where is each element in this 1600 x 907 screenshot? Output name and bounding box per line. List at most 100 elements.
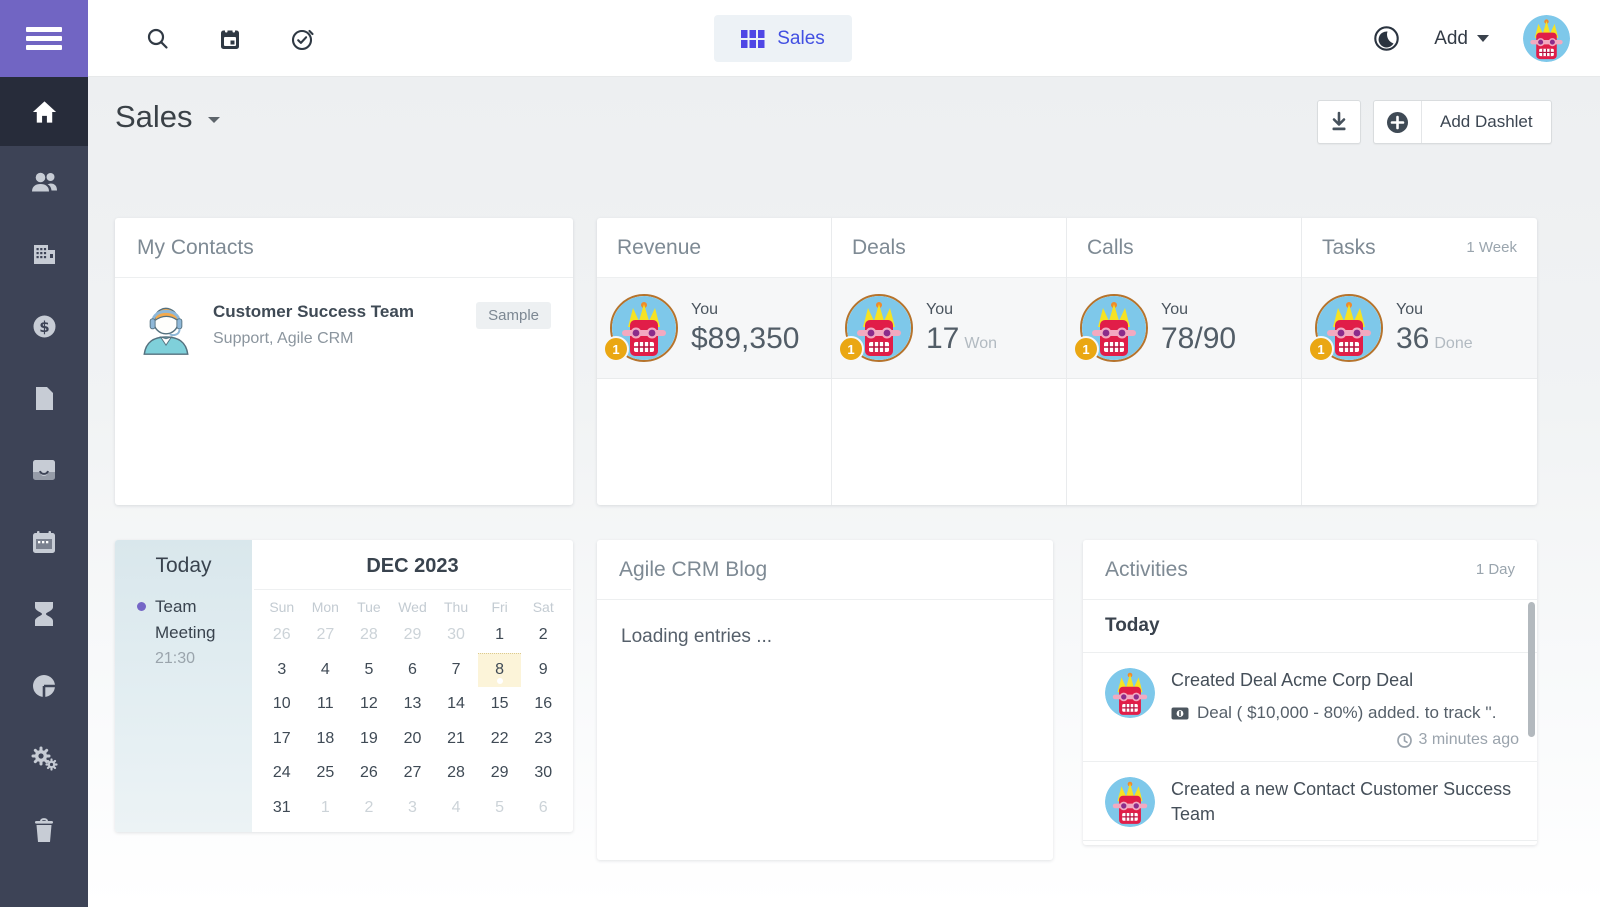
dollar-circle-icon: $ [31, 313, 58, 340]
calendar-day[interactable]: 16 [521, 687, 565, 722]
calendar-day[interactable]: 17 [260, 722, 304, 757]
calendar-day[interactable]: 31 [260, 791, 304, 826]
calendar-day[interactable]: 30 [434, 618, 478, 653]
calendar-month-icon [31, 530, 57, 555]
calendar-day-today[interactable]: 8 [478, 653, 522, 688]
calendar-day[interactable]: 9 [521, 653, 565, 688]
event-bullet [137, 602, 146, 611]
dashlet-title: Activities [1105, 558, 1188, 582]
sidebar-item-documents[interactable] [0, 362, 88, 434]
activity-item[interactable]: Created a new Contact Customer Success T… [1083, 762, 1537, 840]
contact-subtitle: Support, Agile CRM [213, 330, 414, 348]
calendar-day[interactable]: 1 [478, 618, 522, 653]
calendar-day[interactable]: 23 [521, 722, 565, 757]
dashlet-activities: Activities 1 Day Today Created Deal Acme… [1083, 540, 1537, 845]
inbox-tray-icon [31, 458, 57, 482]
dashboard-title-dropdown[interactable]: Sales [115, 99, 220, 135]
topbar-dashboard-tab-sales[interactable]: Sales [714, 15, 852, 62]
dashlet-agile-crm-blog: Agile CRM Blog Loading entries ... [597, 540, 1053, 860]
leaderboard-stat-row: 1 You78/90 [1067, 278, 1301, 379]
calendar-day[interactable]: 30 [521, 756, 565, 791]
calendar-day[interactable]: 28 [434, 756, 478, 791]
sidebar-item-home[interactable] [0, 77, 88, 146]
activity-item[interactable]: Created Deal Acme Corp Deal Deal ( $10,0… [1083, 653, 1537, 762]
weekday-label: Wed [391, 599, 435, 615]
calendar-day[interactable]: 11 [304, 687, 348, 722]
sidebar-item-reports[interactable] [0, 650, 88, 722]
calendar-day[interactable]: 4 [304, 653, 348, 688]
calendar-day[interactable]: 26 [347, 756, 391, 791]
calendar-day[interactable]: 13 [391, 687, 435, 722]
add-dropdown-button[interactable]: Add [1434, 28, 1489, 50]
calendar-day[interactable]: 21 [434, 722, 478, 757]
calendar-day[interactable]: 2 [521, 618, 565, 653]
calendar-day[interactable]: 4 [434, 791, 478, 826]
calendar-day[interactable]: 7 [434, 653, 478, 688]
calendar-day[interactable]: 18 [304, 722, 348, 757]
contacts-people-icon [30, 169, 58, 195]
calendar-day[interactable]: 22 [478, 722, 522, 757]
document-icon [32, 385, 56, 412]
activity-title: Created a new Contact Customer Success T… [1171, 777, 1519, 827]
search-icon[interactable] [144, 25, 172, 53]
calendar-day[interactable]: 28 [347, 618, 391, 653]
weekday-label: Thu [434, 599, 478, 615]
calendar-day[interactable]: 27 [391, 756, 435, 791]
add-dropdown-label: Add [1434, 28, 1468, 50]
plus-circle-icon [1374, 101, 1422, 143]
sample-badge: Sample [476, 302, 551, 329]
calendar-day[interactable]: 29 [391, 618, 435, 653]
calendar-day[interactable]: 15 [478, 687, 522, 722]
add-dashlet-label: Add Dashlet [1422, 112, 1551, 132]
calendar-icon[interactable] [216, 25, 244, 53]
calendar-day[interactable]: 2 [347, 791, 391, 826]
add-dashlet-button[interactable]: Add Dashlet [1373, 100, 1552, 144]
leaderboard-stat-row: 1 You36Done [1302, 278, 1537, 379]
calendar-day[interactable]: 24 [260, 756, 304, 791]
calendar-day[interactable]: 5 [478, 791, 522, 826]
calendar-day[interactable]: 12 [347, 687, 391, 722]
calendar-day[interactable]: 6 [521, 791, 565, 826]
calendar-day[interactable]: 25 [304, 756, 348, 791]
calendar-day[interactable]: 3 [391, 791, 435, 826]
stat-suffix: Done [1434, 335, 1472, 352]
sidebar-item-contacts[interactable] [0, 146, 88, 218]
weekday-label: Tue [347, 599, 391, 615]
scrollbar-thumb[interactable] [1528, 602, 1535, 737]
contact-list-item[interactable]: Customer Success Team Support, Agile CRM… [115, 278, 573, 376]
calendar-day[interactable]: 19 [347, 722, 391, 757]
event-title: Team Meeting [155, 594, 227, 647]
calendar-day[interactable]: 1 [304, 791, 348, 826]
topbar-tab-label: Sales [777, 28, 825, 50]
calendar-day[interactable]: 6 [391, 653, 435, 688]
sidebar-item-deals[interactable]: $ [0, 290, 88, 362]
sidebar-item-settings[interactable] [0, 722, 88, 794]
calendar-day[interactable]: 14 [434, 687, 478, 722]
sidebar-item-trash[interactable] [0, 794, 88, 866]
sidebar-item-timeline[interactable] [0, 578, 88, 650]
calendar-day[interactable]: 27 [304, 618, 348, 653]
calendar-day[interactable]: 29 [478, 756, 522, 791]
sidebar-item-companies[interactable] [0, 218, 88, 290]
gears-icon [30, 745, 58, 771]
calendar-day[interactable]: 5 [347, 653, 391, 688]
calendar-day[interactable]: 10 [260, 687, 304, 722]
tasks-alarm-check-icon[interactable] [288, 25, 316, 53]
sidebar-item-inbox[interactable] [0, 434, 88, 506]
calendar-day[interactable]: 26 [260, 618, 304, 653]
leaderboard-column-tasks: Tasks1 Week 1 You36Done [1302, 218, 1537, 505]
clock-icon [1397, 733, 1412, 748]
sidebar-item-calendar[interactable] [0, 506, 88, 578]
agenda-event[interactable]: Team Meeting 21:30 [115, 594, 252, 668]
user-avatar[interactable] [1523, 15, 1570, 62]
svg-text:$: $ [39, 318, 49, 336]
leaderboard-column-revenue: Revenue 1 You$89,350 [597, 218, 832, 505]
theme-contrast-moon-icon[interactable] [1372, 25, 1400, 53]
download-dashboard-button[interactable] [1317, 100, 1361, 144]
calendar-day[interactable]: 3 [260, 653, 304, 688]
pie-chart-icon [31, 673, 57, 699]
agenda-today-label: Today [115, 554, 252, 578]
hourglass-icon [33, 601, 55, 627]
calendar-day[interactable]: 20 [391, 722, 435, 757]
hamburger-menu-button[interactable] [0, 0, 88, 77]
